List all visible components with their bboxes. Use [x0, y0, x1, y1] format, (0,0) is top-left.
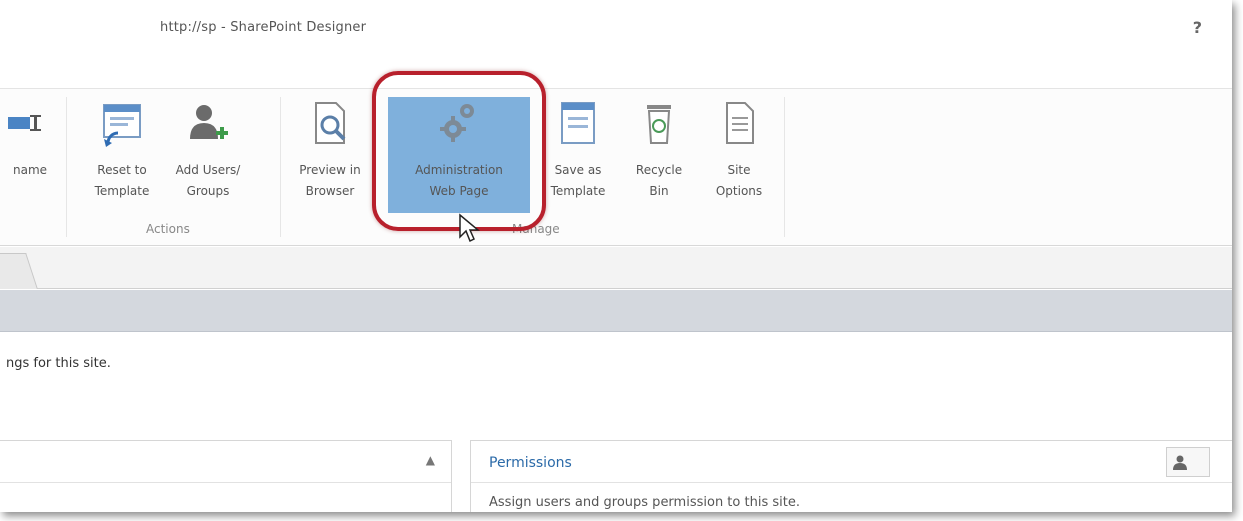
recycle-bin-label-2: Bin — [649, 184, 669, 198]
site-description: ngs for this site. — [6, 356, 111, 371]
help-button[interactable]: ? — [1193, 18, 1202, 37]
save-template-icon — [556, 99, 600, 149]
permissions-panel-header: Permissions — [471, 441, 1232, 483]
site-information-panel-header: ▲ — [0, 441, 451, 483]
window-title: http://sp - SharePoint Designer — [160, 20, 367, 35]
rename-label: name — [12, 163, 48, 177]
add-users-groups-label-1: Add Users/ — [175, 163, 241, 177]
site-information-panel: ▲ — [0, 440, 452, 512]
group-separator — [280, 97, 281, 237]
save-as-template-label-1: Save as — [554, 163, 602, 177]
reset-to-template-button[interactable]: Reset to Template — [82, 99, 162, 229]
reset-to-template-label-2: Template — [94, 184, 150, 198]
actions-group-label: Actions — [146, 222, 190, 236]
mouse-pointer-icon — [459, 213, 480, 243]
new-user-button[interactable] — [1166, 447, 1210, 477]
recycle-bin-icon — [637, 99, 681, 149]
title-bar: http://sp - SharePoint Designer ? — [0, 0, 1232, 88]
ribbon: name Reset to Template Add Users/ Groups… — [0, 71, 1232, 246]
preview-browser-icon — [308, 99, 352, 149]
document-tab-strip — [0, 247, 1232, 289]
callout-ring — [372, 71, 546, 231]
preview-in-browser-button[interactable]: Preview in Browser — [292, 99, 368, 229]
group-separator — [784, 97, 785, 237]
reset-to-template-label-1: Reset to — [97, 163, 147, 177]
site-options-label-2: Options — [715, 184, 763, 198]
save-as-template-button[interactable]: Save as Template — [538, 99, 618, 229]
site-options-icon — [717, 99, 761, 149]
add-users-groups-button[interactable]: Add Users/ Groups — [168, 99, 248, 229]
chevron-up-icon[interactable]: ▲ — [426, 453, 435, 467]
site-options-label-1: Site — [727, 163, 751, 177]
permissions-panel: Permissions Assign users and groups perm… — [470, 440, 1232, 512]
preview-in-browser-label-2: Browser — [305, 184, 355, 198]
add-users-groups-label-2: Groups — [186, 184, 230, 198]
permissions-description: Assign users and groups permission to th… — [489, 495, 800, 510]
sharepoint-designer-window: http://sp - SharePoint Designer ? name R… — [0, 0, 1232, 512]
rename-icon — [8, 99, 52, 149]
rename-button[interactable]: name — [0, 99, 60, 229]
recycle-bin-label-1: Recycle — [635, 163, 683, 177]
page-header-band — [0, 290, 1232, 332]
reset-template-icon — [100, 99, 144, 149]
document-tab[interactable] — [0, 253, 38, 289]
group-separator — [66, 97, 67, 237]
preview-in-browser-label-1: Preview in — [299, 163, 361, 177]
recycle-bin-button[interactable]: Recycle Bin — [622, 99, 696, 229]
save-as-template-label-2: Template — [550, 184, 606, 198]
add-user-icon — [186, 99, 230, 149]
permissions-title[interactable]: Permissions — [489, 455, 572, 471]
site-options-button[interactable]: Site Options — [702, 99, 776, 229]
user-icon — [1173, 455, 1187, 470]
